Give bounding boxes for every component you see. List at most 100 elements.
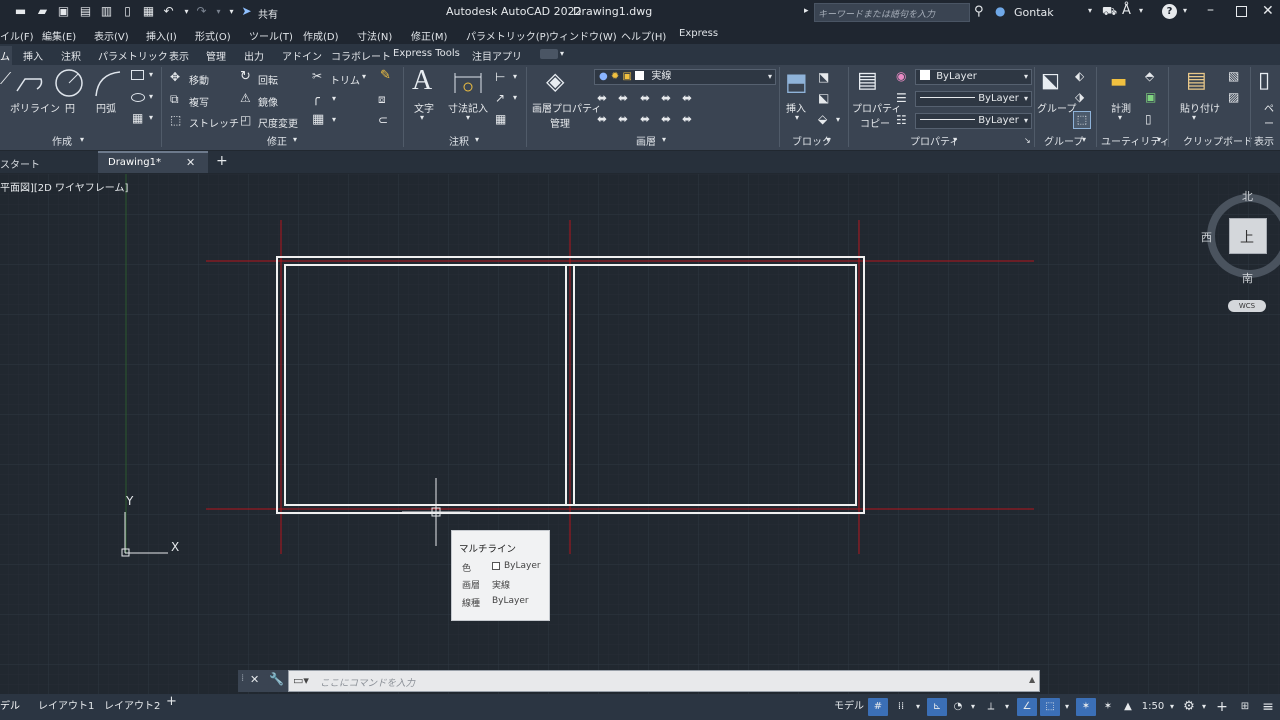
menu-insert[interactable]: 挿入(I) [146,28,177,43]
isolate-objects-icon[interactable]: ⊞ [1236,698,1254,716]
insert-dropdown-icon[interactable]: ▾ [795,113,799,122]
layers-panel-dropdown-icon[interactable]: ▾ [662,135,666,144]
view-paste-label[interactable]: ペー [1264,100,1280,130]
layer-match-icon[interactable]: ⬌ [597,112,607,126]
view-panel-label[interactable]: 表示 [1254,133,1274,148]
ribbon-tab-insert[interactable]: 挿入 [23,48,43,63]
isodraft-dropdown-icon[interactable]: ▾ [1001,698,1013,716]
new-tab-icon[interactable]: + [216,153,228,169]
doc-tab-drawing1[interactable]: Drawing1* ✕ [98,151,208,173]
trim-icon[interactable]: ✂ [312,69,322,83]
offset-icon[interactable]: ⊂ [378,113,388,127]
color-wheel-icon[interactable]: ◉ [896,69,906,83]
viewcube-south[interactable]: 南 [1242,270,1253,286]
redo-dropdown-icon[interactable]: ▾ [212,5,225,18]
paste-label[interactable]: 貼り付け [1180,100,1220,115]
properties-panel-dropdown-icon[interactable]: ▾ [953,135,957,144]
layer-properties-label[interactable]: 画層プロパティ [532,100,601,115]
menu-window[interactable]: ウィンドウ(W) [549,28,617,43]
close-icon[interactable]: ✕ [1262,3,1274,19]
ribbon-tab-view[interactable]: 表示 [169,48,189,63]
grid-button[interactable]: # [868,698,888,716]
measure-dropdown-icon[interactable]: ▾ [1118,113,1122,122]
ribbon-tab-collaborate[interactable]: コラボレート [331,48,391,63]
command-input[interactable]: ここにコマンドを入力 [320,675,415,689]
layers-panel-label[interactable]: 画層 [636,133,656,148]
command-grip-icon[interactable]: ⁞ [241,673,244,684]
model-space-button[interactable]: モデル [833,698,865,716]
ungroup-icon[interactable]: ⬖ [1075,69,1084,83]
search-box[interactable]: キーワードまたは語句を入力 [814,3,970,22]
viewcube-north[interactable]: 北 [1242,188,1253,204]
ellipse-dropdown-icon[interactable]: ▾ [149,92,153,101]
maximize-icon[interactable] [1236,6,1247,17]
menu-parametric[interactable]: パラメトリック(P) [466,28,550,43]
ribbon-tab-home[interactable]: ム [0,48,10,63]
new-file-icon[interactable]: ▬ [14,5,27,18]
array-grid-icon[interactable]: ▦ [312,112,324,127]
rectangle-icon[interactable] [131,70,144,80]
text-dropdown-icon[interactable]: ▾ [420,113,424,122]
add-layout-icon[interactable]: + [166,694,177,709]
dimension-icon[interactable] [452,69,484,97]
polar-button[interactable]: ◔ [949,698,967,716]
rectangle-dropdown-icon[interactable]: ▾ [149,70,153,79]
menu-edit[interactable]: 編集(E) [42,28,76,43]
color-dropdown[interactable]: ByLayer ▾ [915,69,1032,85]
ribbon-tab-express-tools[interactable]: Express Tools [393,48,460,59]
command-history-icon[interactable]: ▲ [1029,675,1035,684]
tab-layout2[interactable]: レイアウト2 [104,697,160,712]
dimension-dropdown-icon[interactable]: ▾ [466,113,470,122]
snap-dropdown-icon[interactable]: ▾ [912,698,924,716]
snap-button[interactable]: ⁞⁞ [891,698,911,716]
properties-launcher-icon[interactable]: ↘ [1024,136,1031,145]
group-edit-icon[interactable]: ⬗ [1075,90,1084,104]
object-snap-tracking-button[interactable]: ∠ [1017,698,1037,716]
hatch-dropdown-icon[interactable]: ▾ [149,113,153,122]
properties-copy-label[interactable]: コピー [860,115,890,130]
polyline-icon[interactable] [15,71,45,95]
utilities-panel-dropdown-icon[interactable]: ▾ [1157,135,1161,144]
help-dropdown-icon[interactable]: ▾ [1183,6,1187,15]
circle-icon[interactable] [54,68,86,100]
share-icon[interactable]: ➤ [240,5,253,18]
circle-label[interactable]: 円 [65,100,75,115]
ribbon-minimize-dropdown-icon[interactable]: ▾ [560,49,564,58]
user-icon[interactable]: ● [995,4,1005,18]
ribbon-tab-parametric[interactable]: パラメトリック [98,48,168,63]
ribbon-tab-addins[interactable]: アドイン [282,48,322,63]
lineweight-dropdown[interactable]: ByLayer ▾ [915,91,1032,107]
search-expand-icon[interactable]: ▸ [804,6,809,16]
leader-dropdown-icon[interactable]: ▾ [513,93,517,102]
copy-label[interactable]: 複写 [189,94,209,109]
open-folder-icon[interactable]: ▰ [36,5,49,18]
save-web-icon[interactable]: ▯ [121,5,134,18]
command-prompt-icon[interactable]: ▭▾ [293,674,309,687]
save-icon[interactable]: ▣ [57,5,70,18]
menu-tools[interactable]: ツール(T) [249,28,293,43]
menu-format[interactable]: 形式(O) [195,28,231,43]
auto-scale-button[interactable]: ✶ [1099,698,1117,716]
user-name[interactable]: Gontak [1014,6,1054,19]
modify-panel-dropdown-icon[interactable]: ▾ [293,135,297,144]
block-attribute-icon[interactable]: ⬙ [818,112,827,126]
paste-dropdown-icon[interactable]: ▾ [1192,113,1196,122]
hatch-icon[interactable]: ▦ [132,111,143,125]
id-point-icon[interactable]: ▯ [1145,112,1152,126]
mirror-icon[interactable]: ⚠ [240,91,251,105]
share-label[interactable]: 共有 [258,6,278,21]
customization-menu-icon[interactable]: ≡ [1259,698,1277,716]
ribbon-minimize-button[interactable] [540,49,558,59]
ribbon-tab-manage[interactable]: 管理 [206,48,226,63]
layer-lock-tool-icon[interactable]: ⬌ [661,91,671,105]
paste-icon[interactable]: ▤ [1186,68,1207,93]
viewport-label[interactable]: 平面図][2D ワイヤフレーム] [0,179,128,194]
scale-icon[interactable]: ◰ [240,113,251,127]
fillet-icon[interactable]: ╭ [312,91,320,106]
group-icon[interactable]: ⬕ [1041,68,1060,92]
linear-dim-icon[interactable]: ⊢ [495,70,505,84]
ortho-button[interactable]: ⊾ [927,698,947,716]
annotation-panel-label[interactable]: 注釈 [449,133,469,148]
lineweight-icon[interactable]: ☰ [896,91,907,105]
insert-block-icon[interactable]: ⬒ [785,68,808,96]
